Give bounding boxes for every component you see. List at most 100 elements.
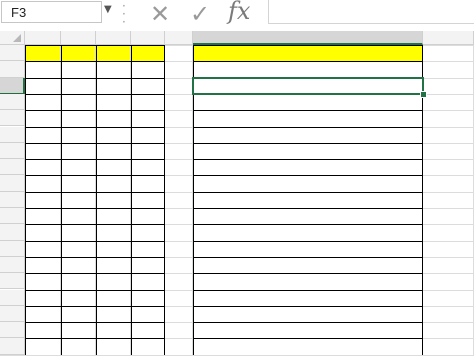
symbol-cell-d[interactable] bbox=[131, 192, 165, 208]
symbol-cell-b[interactable] bbox=[61, 110, 96, 126]
column-header-d[interactable] bbox=[131, 31, 165, 45]
symbol-cell-d[interactable] bbox=[131, 159, 165, 175]
symbol-cell-c[interactable] bbox=[96, 192, 131, 208]
symbol-cell-a[interactable] bbox=[25, 61, 61, 77]
active-cell-selection[interactable] bbox=[192, 76, 424, 95]
symbol-cell-a[interactable] bbox=[25, 224, 61, 240]
header-cell-b[interactable] bbox=[61, 45, 96, 61]
symbol-cell-a[interactable] bbox=[25, 110, 61, 126]
symbol-cell-d[interactable] bbox=[131, 224, 165, 240]
symbol-cell-c[interactable] bbox=[96, 241, 131, 257]
row-header-9[interactable] bbox=[0, 175, 25, 192]
symbol-cell-c[interactable] bbox=[96, 224, 131, 240]
symbol-cell-a[interactable] bbox=[25, 143, 61, 159]
symbol-cell-a[interactable] bbox=[25, 273, 61, 289]
header-cell-f[interactable] bbox=[193, 45, 423, 61]
symbol-cell-d[interactable] bbox=[131, 241, 165, 257]
symbol-cell-b[interactable] bbox=[61, 94, 96, 110]
symbol-cell-c[interactable] bbox=[96, 127, 131, 143]
symbol-cell-c[interactable] bbox=[96, 306, 131, 322]
symbol-cell-c[interactable] bbox=[96, 143, 131, 159]
insert-function-icon[interactable]: fx bbox=[228, 0, 250, 25]
symbol-cell-c[interactable] bbox=[96, 61, 131, 77]
symbol-cell-a[interactable] bbox=[25, 290, 61, 306]
symbol-cell-d[interactable] bbox=[131, 175, 165, 191]
row-header-15[interactable] bbox=[0, 273, 25, 290]
symbol-cell-a[interactable] bbox=[25, 127, 61, 143]
symbol-cell-b[interactable] bbox=[61, 175, 96, 191]
symbol-cell-b[interactable] bbox=[61, 159, 96, 175]
symbol-cell-b[interactable] bbox=[61, 257, 96, 273]
row-header-16[interactable] bbox=[0, 289, 25, 306]
symbol-cell-a[interactable] bbox=[25, 241, 61, 257]
symbol-cell-c[interactable] bbox=[96, 78, 131, 94]
symbol-cell-a[interactable] bbox=[25, 208, 61, 224]
formula-input[interactable] bbox=[268, 0, 474, 24]
row-header-14[interactable] bbox=[0, 256, 25, 274]
row-header-18[interactable] bbox=[0, 322, 25, 339]
header-cell-d[interactable] bbox=[131, 45, 165, 61]
row-header-17[interactable] bbox=[0, 305, 25, 323]
symbol-cell-a[interactable] bbox=[25, 94, 61, 110]
row-header-10[interactable] bbox=[0, 191, 25, 208]
symbol-cell-a[interactable] bbox=[25, 175, 61, 191]
header-cell-a[interactable] bbox=[25, 45, 61, 61]
fill-handle[interactable] bbox=[420, 90, 427, 98]
symbol-cell-d[interactable] bbox=[131, 78, 165, 94]
header-cell-c[interactable] bbox=[96, 45, 131, 61]
symbol-cell-d[interactable] bbox=[131, 306, 165, 322]
symbol-cell-b[interactable] bbox=[61, 224, 96, 240]
row-header-2[interactable] bbox=[0, 61, 25, 78]
row-header-12[interactable] bbox=[0, 224, 25, 241]
row-header-19[interactable] bbox=[0, 338, 25, 355]
symbol-cell-b[interactable] bbox=[61, 322, 96, 338]
enter-icon[interactable]: ✓ bbox=[190, 0, 210, 28]
column-header-a[interactable] bbox=[25, 31, 61, 45]
symbol-cell-d[interactable] bbox=[131, 110, 165, 126]
symbol-cell-b[interactable] bbox=[61, 273, 96, 289]
symbol-cell-b[interactable] bbox=[61, 192, 96, 208]
symbol-cell-a[interactable] bbox=[25, 322, 61, 338]
column-header-f[interactable] bbox=[193, 31, 423, 45]
name-box[interactable]: F3 bbox=[1, 1, 102, 23]
symbol-cell-d[interactable] bbox=[131, 273, 165, 289]
symbol-cell-c[interactable] bbox=[96, 94, 131, 110]
symbol-cell-b[interactable] bbox=[61, 143, 96, 159]
symbol-cell-d[interactable] bbox=[131, 290, 165, 306]
row-header-3[interactable] bbox=[0, 77, 25, 94]
name-box-dropdown-icon[interactable]: ▼ bbox=[104, 4, 112, 15]
source-string-cell[interactable] bbox=[193, 61, 423, 77]
column-header-b[interactable] bbox=[61, 31, 96, 45]
symbol-cell-a[interactable] bbox=[25, 306, 61, 322]
cancel-icon[interactable]: ✕ bbox=[150, 0, 170, 28]
symbol-cell-b[interactable] bbox=[61, 290, 96, 306]
symbol-cell-c[interactable] bbox=[96, 159, 131, 175]
row-header-11[interactable] bbox=[0, 208, 25, 225]
symbol-cell-c[interactable] bbox=[96, 110, 131, 126]
row-header-4[interactable] bbox=[0, 93, 25, 111]
symbol-cell-b[interactable] bbox=[61, 127, 96, 143]
row-header-6[interactable] bbox=[0, 126, 25, 143]
symbol-cell-d[interactable] bbox=[131, 127, 165, 143]
symbol-cell-c[interactable] bbox=[96, 175, 131, 191]
row-header-13[interactable] bbox=[0, 240, 25, 257]
symbol-cell-c[interactable] bbox=[96, 322, 131, 338]
symbol-cell-b[interactable] bbox=[61, 306, 96, 322]
symbol-cell-c[interactable] bbox=[96, 273, 131, 289]
symbol-cell-b[interactable] bbox=[61, 78, 96, 94]
symbol-cell-d[interactable] bbox=[131, 143, 165, 159]
row-header-7[interactable] bbox=[0, 142, 25, 160]
row-header-8[interactable] bbox=[0, 159, 25, 176]
column-header-e[interactable] bbox=[165, 31, 193, 45]
symbol-cell-c[interactable] bbox=[96, 208, 131, 224]
symbol-cell-d[interactable] bbox=[131, 322, 165, 338]
column-header-c[interactable] bbox=[96, 31, 131, 45]
symbol-cell-d[interactable] bbox=[131, 61, 165, 77]
symbol-cell-c[interactable] bbox=[96, 257, 131, 273]
symbol-cell-d[interactable] bbox=[131, 94, 165, 110]
column-header-k[interactable] bbox=[423, 31, 474, 45]
symbol-cell-a[interactable] bbox=[25, 159, 61, 175]
symbol-cell-a[interactable] bbox=[25, 192, 61, 208]
symbol-cell-a[interactable] bbox=[25, 257, 61, 273]
row-header-1[interactable] bbox=[0, 45, 25, 62]
